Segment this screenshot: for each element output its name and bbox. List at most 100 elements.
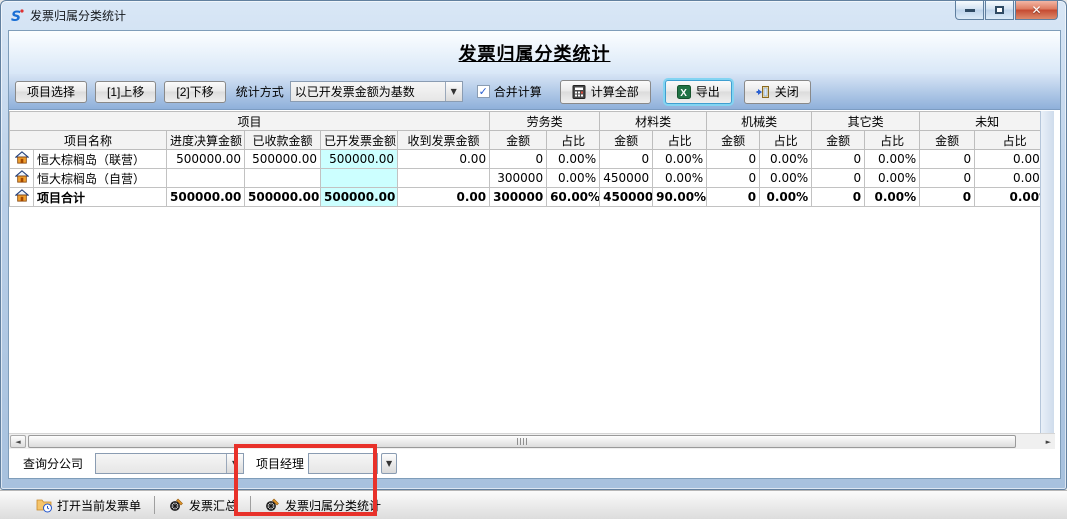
calc-all-button[interactable]: 计算全部: [560, 80, 651, 104]
grid-cell: [321, 169, 398, 188]
checkbox-check-icon: ✓: [477, 85, 490, 98]
scroll-right-icon[interactable]: ►: [1046, 438, 1051, 446]
export-button[interactable]: X 导出: [665, 80, 732, 104]
horizontal-scrollbar[interactable]: ◄ ►: [9, 433, 1055, 449]
manager-filter-label: 项目经理: [256, 455, 304, 472]
grid-cell: [398, 169, 490, 188]
screen: S 发票归属分类统计 ✕ 发票归属分类统计 项目选择 [1]上移 [2]下移 统…: [0, 0, 1067, 519]
grid-cell: 300000: [490, 169, 547, 188]
manager-dropdown-button[interactable]: ▼: [381, 453, 397, 474]
column-header[interactable]: 收到发票金额: [398, 131, 490, 150]
minimize-button[interactable]: [955, 1, 984, 20]
manager-combobox[interactable]: [308, 453, 378, 474]
group-header: 材料类: [600, 112, 707, 131]
grid-cell: [167, 169, 245, 188]
group-header: 其它类: [812, 112, 920, 131]
branch-combobox[interactable]: ▼: [95, 453, 244, 474]
page-header: 发票归属分类统计: [9, 31, 1060, 74]
column-header[interactable]: 已开发票金额: [321, 131, 398, 150]
chevron-down-icon[interactable]: ▼: [445, 82, 462, 101]
grid-cell: 0.00: [398, 150, 490, 169]
move-down-button[interactable]: [2]下移: [164, 81, 225, 103]
maximize-button[interactable]: [985, 1, 1014, 20]
stat-mode-label: 统计方式: [236, 83, 284, 100]
grid-cell: 500000.00: [245, 188, 321, 207]
chevron-down-icon: ▼: [386, 459, 392, 468]
grid[interactable]: 项目 劳务类 材料类 机械类 其它类 未知 项目名称 进度决算金额 已收款金额 …: [9, 111, 1041, 433]
project-select-button[interactable]: 项目选择: [15, 81, 87, 103]
group-header: 机械类: [707, 112, 812, 131]
tab-open-current-invoice[interactable]: 打开当前发票单: [36, 497, 141, 514]
grid-cell: 500000.00: [321, 150, 398, 169]
filter-row: 查询分公司 ▼ 项目经理 ▼: [9, 449, 1060, 478]
excel-icon: X: [677, 85, 691, 99]
grid-cell: 0.00%: [760, 169, 812, 188]
grid-cell: 90.00%: [653, 188, 707, 207]
column-header[interactable]: 金额: [812, 131, 865, 150]
grid-cell: 0.00%: [975, 150, 1041, 169]
grid-cell: 0.00: [398, 188, 490, 207]
grid-cell: 0: [812, 188, 865, 207]
project-name-cell: 项目合计: [34, 188, 167, 207]
grid-cell: 0.00%: [865, 188, 920, 207]
grid-cell: 0: [920, 150, 975, 169]
divider: [250, 496, 251, 514]
table-row[interactable]: 恒大棕榈岛（联营）500000.00500000.00500000.000.00…: [10, 150, 1042, 169]
tab-invoice-classification-stats[interactable]: 发票归属分类统计: [264, 497, 381, 514]
grid-cell: 0: [707, 169, 760, 188]
house-icon: [10, 169, 34, 188]
close-button[interactable]: ✕: [1015, 1, 1058, 20]
column-header[interactable]: 占比: [975, 131, 1041, 150]
vertical-scrollbar[interactable]: [1040, 111, 1054, 433]
table-row[interactable]: 项目合计500000.00500000.00500000.000.0030000…: [10, 188, 1042, 207]
stat-mode-value: 以已开发票金额为基数: [291, 83, 445, 100]
merge-calc-label: 合并计算: [494, 83, 542, 100]
grid-cell: [245, 169, 321, 188]
stat-mode-combobox[interactable]: 以已开发票金额为基数 ▼: [290, 81, 463, 102]
column-header[interactable]: 占比: [760, 131, 812, 150]
titlebar[interactable]: S 发票归属分类统计 ✕: [1, 1, 1066, 30]
dialog-window: S 发票归属分类统计 ✕ 发票归属分类统计 项目选择 [1]上移 [2]下移 统…: [0, 0, 1067, 490]
scroll-left-icon[interactable]: ◄: [10, 435, 26, 448]
move-up-button[interactable]: [1]上移: [95, 81, 156, 103]
grid-cell: 300000: [490, 188, 547, 207]
column-header[interactable]: 项目名称: [10, 131, 167, 150]
column-header[interactable]: 金额: [490, 131, 547, 150]
window-title: 发票归属分类统计: [30, 7, 126, 24]
calculator-icon: [572, 85, 586, 99]
grid-cell: 60.00%: [547, 188, 600, 207]
grid-cell: 0: [600, 150, 653, 169]
grid-cell: 0.00%: [975, 188, 1041, 207]
chevron-down-icon[interactable]: ▼: [226, 454, 243, 473]
table-row[interactable]: 恒大棕榈岛（自营）3000000.00%4500000.00%00.00%00.…: [10, 169, 1042, 188]
merge-calc-checkbox[interactable]: ✓ 合并计算: [477, 83, 542, 100]
close-form-button[interactable]: 关闭: [744, 80, 811, 104]
grid-cell: 0: [812, 150, 865, 169]
grid-cell: 0.00%: [975, 169, 1041, 188]
column-header[interactable]: 金额: [707, 131, 760, 150]
content-panel: 发票归属分类统计 项目选择 [1]上移 [2]下移 统计方式 以已开发票金额为基…: [8, 30, 1061, 479]
scrollbar-thumb[interactable]: [28, 435, 1016, 448]
close-icon: ✕: [1031, 3, 1041, 17]
grid-cell: 500000.00: [245, 150, 321, 169]
group-header: 劳务类: [490, 112, 600, 131]
column-header[interactable]: 占比: [547, 131, 600, 150]
grid-cell: 0.00%: [547, 169, 600, 188]
grid-cell: 0.00%: [547, 150, 600, 169]
tab-label: 发票汇总: [189, 497, 237, 514]
column-header[interactable]: 金额: [600, 131, 653, 150]
grid-cell: 0: [707, 188, 760, 207]
tab-invoice-summary[interactable]: 发票汇总: [168, 497, 237, 514]
column-header[interactable]: 金额: [920, 131, 975, 150]
column-header[interactable]: 已收款金额: [245, 131, 321, 150]
grid-cell: 0: [707, 150, 760, 169]
grid-cell: 0: [920, 169, 975, 188]
grid-cell: 0: [490, 150, 547, 169]
grid-cell: 0.00%: [865, 169, 920, 188]
grid-cell: 0.00%: [653, 150, 707, 169]
grid-cell: 0: [920, 188, 975, 207]
column-header[interactable]: 占比: [653, 131, 707, 150]
minimize-icon: [965, 9, 975, 12]
column-header[interactable]: 进度决算金额: [167, 131, 245, 150]
column-header[interactable]: 占比: [865, 131, 920, 150]
